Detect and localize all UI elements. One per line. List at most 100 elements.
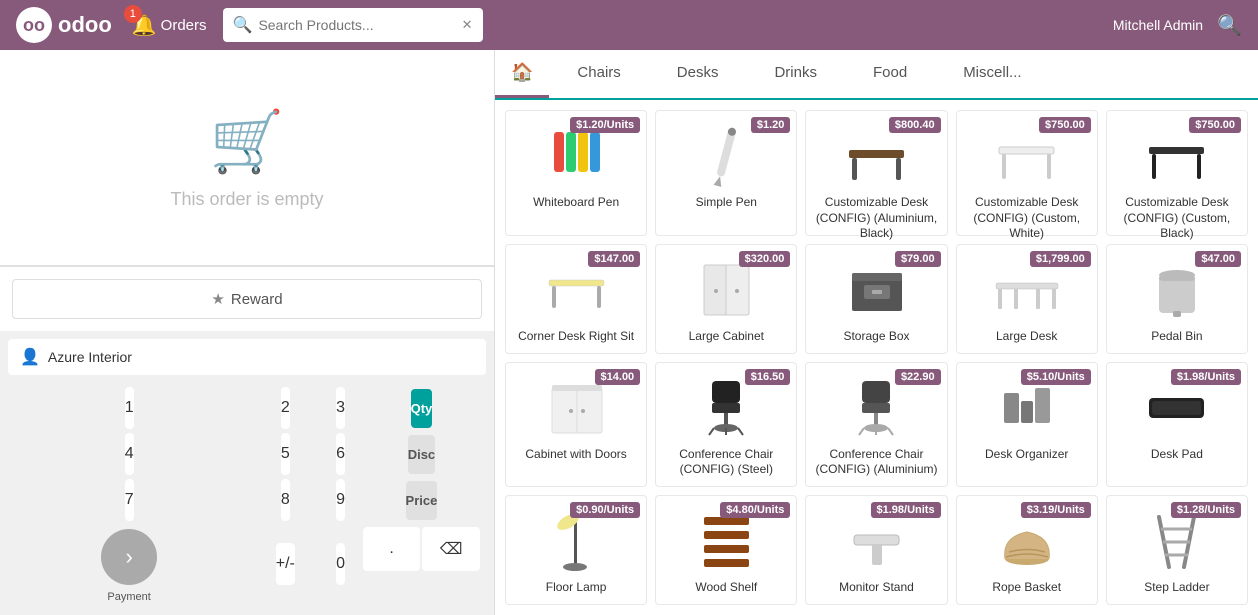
- product-step-ladder[interactable]: $1.28/Units Step Ladder: [1106, 495, 1248, 605]
- product-large-desk[interactable]: $1,799.00 Large Desk: [956, 244, 1098, 354]
- price-badge: $750.00: [1039, 117, 1091, 133]
- product-desk-custom-black[interactable]: $750.00 Customizable Desk (CONFIG) (Cust…: [1106, 110, 1248, 236]
- price-badge: $1.20/Units: [570, 117, 640, 133]
- numpad-table: 1 2 3 Qty 4 5 6 Disc 7 8 9 Price: [8, 383, 486, 607]
- price-badge: $750.00: [1189, 117, 1241, 133]
- tab-drinks[interactable]: Drinks: [746, 50, 845, 98]
- key-7[interactable]: 7: [125, 479, 134, 521]
- empty-order-text: This order is empty: [170, 189, 323, 210]
- key-0[interactable]: 0: [336, 543, 345, 585]
- key-3[interactable]: 3: [336, 387, 345, 429]
- topbar-right: Mitchell Admin 🔍: [1113, 13, 1242, 38]
- product-desk-alum-black[interactable]: $800.40 Customizable Desk (CONFIG) (Alum…: [805, 110, 947, 236]
- mode-price[interactable]: Price: [406, 481, 438, 520]
- product-name: Conference Chair (CONFIG) (Steel): [664, 447, 788, 478]
- price-badge: $79.00: [895, 251, 941, 267]
- cart-icon: 🛒: [210, 106, 285, 177]
- key-6[interactable]: 6: [336, 433, 345, 475]
- mode-qty[interactable]: Qty: [411, 389, 433, 428]
- product-name: Desk Organizer: [985, 447, 1068, 463]
- tab-misc[interactable]: Miscell...: [935, 50, 1049, 98]
- key-1[interactable]: 1: [125, 387, 134, 429]
- price-badge: $16.50: [745, 369, 791, 385]
- product-name: Rope Basket: [992, 580, 1061, 596]
- search-icon: 🔍: [233, 15, 253, 35]
- key-8[interactable]: 8: [281, 479, 290, 521]
- user-name: Mitchell Admin: [1113, 17, 1203, 33]
- main-layout: 🛒 This order is empty ★ Reward 👤 Azure I…: [0, 50, 1258, 615]
- orders-badge: 1: [124, 5, 142, 23]
- right-panel: 🏠 Chairs Desks Drinks Food Miscell... $1…: [495, 50, 1258, 615]
- product-name: Large Cabinet: [689, 329, 764, 345]
- price-badge: $147.00: [588, 251, 640, 267]
- person-icon: 👤: [20, 347, 40, 367]
- left-panel: 🛒 This order is empty ★ Reward 👤 Azure I…: [0, 50, 495, 615]
- price-badge: $1.28/Units: [1171, 502, 1241, 518]
- key-9[interactable]: 9: [336, 479, 345, 521]
- tab-desks[interactable]: Desks: [649, 50, 747, 98]
- tab-chairs[interactable]: Chairs: [549, 50, 648, 98]
- reward-bar: ★ Reward: [0, 265, 494, 331]
- topbar: oo odoo 1 🔔 Orders 🔍 ✕ Mitchell Admin 🔍: [0, 0, 1258, 50]
- price-badge: $320.00: [739, 251, 791, 267]
- customer-row: 👤 Azure Interior: [8, 339, 486, 375]
- product-storage-box[interactable]: $79.00 Storage Box: [805, 244, 947, 354]
- orders-button[interactable]: 1 🔔 Orders: [132, 13, 207, 38]
- product-name: Wood Shelf: [695, 580, 757, 596]
- product-name: Whiteboard Pen: [533, 195, 619, 211]
- price-badge: $14.00: [595, 369, 641, 385]
- product-pedal-bin[interactable]: $47.00 Pedal Bin: [1106, 244, 1248, 354]
- product-rope-basket[interactable]: $3.19/Units Rope Basket: [956, 495, 1098, 605]
- product-name: Corner Desk Right Sit: [518, 329, 634, 345]
- numpad-area: 👤 Azure Interior 1 2 3 Qty 4 5 6 Disc 7: [0, 331, 494, 615]
- payment-button[interactable]: ›: [101, 529, 157, 585]
- tab-food[interactable]: Food: [845, 50, 935, 98]
- product-name: Floor Lamp: [546, 580, 607, 596]
- chevron-right-icon: ›: [125, 544, 132, 570]
- product-name: Pedal Bin: [1151, 329, 1202, 345]
- order-area: 🛒 This order is empty: [0, 50, 494, 265]
- key-backspace[interactable]: ⌫: [422, 527, 480, 571]
- mode-disc[interactable]: Disc: [408, 435, 435, 474]
- product-large-cabinet[interactable]: $320.00 Large Cabinet: [655, 244, 797, 354]
- odoo-logo: oo odoo: [16, 7, 112, 43]
- tab-home[interactable]: 🏠: [495, 50, 549, 98]
- price-badge: $1.98/Units: [1171, 369, 1241, 385]
- product-name: Conference Chair (CONFIG) (Aluminium): [814, 447, 938, 478]
- price-badge: $1,799.00: [1030, 251, 1091, 267]
- key-2[interactable]: 2: [281, 387, 290, 429]
- product-desk-custom-white[interactable]: $750.00 Customizable Desk (CONFIG) (Cust…: [956, 110, 1098, 236]
- topbar-search-icon[interactable]: 🔍: [1217, 13, 1242, 38]
- search-input[interactable]: [258, 17, 461, 33]
- product-floor-lamp[interactable]: $0.90/Units Floor Lamp: [505, 495, 647, 605]
- key-plusminus[interactable]: +/-: [276, 543, 295, 585]
- product-name: Simple Pen: [696, 195, 757, 211]
- product-name: Storage Box: [843, 329, 909, 345]
- price-badge: $47.00: [1195, 251, 1241, 267]
- product-monitor-stand[interactable]: $1.98/Units Monitor Stand: [805, 495, 947, 605]
- product-simple-pen[interactable]: $1.20 Simple Pen: [655, 110, 797, 236]
- product-wood-shelf[interactable]: $4.80/Units Wood Shelf: [655, 495, 797, 605]
- price-badge: $800.40: [889, 117, 941, 133]
- key-decimal[interactable]: .: [363, 527, 421, 571]
- product-corner-desk[interactable]: $147.00 Corner Desk Right Sit: [505, 244, 647, 354]
- price-badge: $22.90: [895, 369, 941, 385]
- product-grid: $1.20/Units Whiteboard Pen $1.20: [495, 100, 1258, 615]
- star-icon: ★: [211, 290, 224, 308]
- price-badge: $1.98/Units: [871, 502, 941, 518]
- product-name: Monitor Stand: [839, 580, 914, 596]
- clear-search-icon[interactable]: ✕: [462, 17, 473, 33]
- key-4[interactable]: 4: [125, 433, 134, 475]
- product-desk-pad[interactable]: $1.98/Units Desk Pad: [1106, 362, 1248, 487]
- key-5[interactable]: 5: [281, 433, 290, 475]
- reward-button[interactable]: ★ Reward: [12, 279, 482, 319]
- search-bar: 🔍 ✕: [223, 8, 483, 42]
- payment-label: Payment: [12, 591, 246, 603]
- product-chair-steel[interactable]: $16.50 Conference Chair (CONFIG) (Steel): [655, 362, 797, 487]
- product-whiteboard-pen[interactable]: $1.20/Units Whiteboard Pen: [505, 110, 647, 236]
- product-name: Customizable Desk (CONFIG) (Custom, Whit…: [965, 195, 1089, 242]
- price-badge: $1.20: [751, 117, 791, 133]
- product-desk-organizer[interactable]: $5.10/Units Desk Organizer: [956, 362, 1098, 487]
- product-cabinet-doors[interactable]: $14.00 Cabinet with Doors: [505, 362, 647, 487]
- product-chair-alum[interactable]: $22.90 Conference Chair (CONFIG) (Alumin…: [805, 362, 947, 487]
